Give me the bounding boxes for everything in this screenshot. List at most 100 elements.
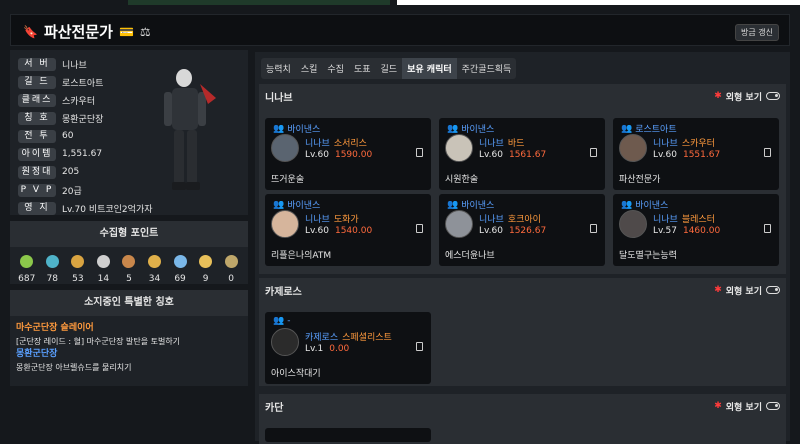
- copy-icon[interactable]: [764, 148, 771, 157]
- profile-info: 서 버 니나브 길 드 로스트아트 클래스 스카우터 칭 호 몽환군단장 전 투 60 아이템 1,5…: [10, 50, 248, 215]
- title-desc: [군단장 레이드 : 혈] 마수군단장 발탄을 토벌하기: [16, 337, 181, 346]
- collectible-item[interactable]: 53: [67, 251, 89, 284]
- server-name: 니나브: [265, 92, 293, 104]
- copy-icon[interactable]: [416, 342, 423, 351]
- item-level: 1551.67: [682, 150, 721, 160]
- collectible-item[interactable]: 34: [144, 251, 166, 284]
- guild-icon: 👥: [447, 199, 459, 210]
- profile-label: 칭 호: [18, 111, 56, 125]
- toggle-icon[interactable]: [766, 402, 780, 410]
- collectible-item[interactable]: 14: [92, 251, 114, 284]
- copy-icon[interactable]: [416, 148, 423, 157]
- character-card[interactable]: 👥 로스트아트 니나브 스카우터 Lv.60 1551.67 파산전문가: [613, 118, 779, 190]
- profile-header: 🔖 파산전문가 💳 ⚖ 방금 갱신: [10, 14, 790, 46]
- character-card[interactable]: 👥 - 카제로스 스페셜리스트 Lv.1 0.00 아이스작대기: [265, 312, 431, 384]
- visibility-toggle[interactable]: ✱ 외형 보기: [714, 90, 780, 103]
- profile-row: 전 투 60: [18, 128, 73, 144]
- guild-icon: 👥: [273, 123, 285, 134]
- copy-icon[interactable]: [590, 148, 597, 157]
- titles-title: 소지중인 특별한 칭호: [10, 290, 248, 316]
- character-card[interactable]: 👥 바이낸스 니나브 블레스터 Lv.57 1460.00 달도멸구는능력: [613, 194, 779, 266]
- titles-panel: 소지중인 특별한 칭호 마수군단장 슬레이어 [군단장 레이드 : 혈] 마수군단…: [10, 290, 248, 386]
- server-section: 니나브 ✱ 외형 보기 👥 바이낸스 니나브 소서리스 Lv.60 1590.00 뜨거운술 👥 바이…: [259, 84, 786, 274]
- profile-value: 니나브: [62, 60, 87, 71]
- copy-icon[interactable]: [590, 224, 597, 233]
- character-class: 블레스터: [681, 215, 715, 225]
- character-name: 달도멸구는능력: [619, 251, 677, 261]
- character-card[interactable]: 👥 바이낸스 니나브 바드 Lv.60 1561.67 시원한술: [439, 118, 605, 190]
- character-card[interactable]: 👥 바이낸스 니나브 소서리스 Lv.60 1590.00 뜨거운술: [265, 118, 431, 190]
- required-star-icon: ✱: [714, 91, 722, 101]
- profile-row: 클래스 스카우터: [18, 92, 95, 108]
- server-class: 니나브 호크아이: [479, 212, 541, 225]
- profile-label: 전 투: [18, 129, 56, 143]
- character-name: 아이스작대기: [271, 369, 321, 379]
- character-server: 니나브: [479, 139, 504, 149]
- guild-name: 바이낸스: [287, 125, 321, 135]
- guild-label: 👥 바이낸스: [447, 122, 495, 136]
- level-line: Lv.60 1561.67: [479, 150, 546, 160]
- profile-label: 영 지: [18, 201, 56, 215]
- server-header: 카제로스 ✱ 외형 보기: [259, 278, 786, 302]
- character-server: 니나브: [653, 215, 678, 225]
- server-header: 니나브 ✱ 외형 보기: [259, 84, 786, 108]
- guild-name: 바이낸스: [461, 125, 495, 135]
- collectibles-list: 687 78 53 14 5 34 69 9 0: [10, 247, 248, 284]
- guild-name: 바이낸스: [461, 201, 495, 211]
- character-level: Lv.60: [305, 150, 329, 160]
- collectible-item[interactable]: 78: [41, 251, 63, 284]
- tab-item[interactable]: 도표: [349, 58, 376, 79]
- tab-item[interactable]: 길드: [376, 58, 403, 79]
- refresh-button[interactable]: 방금 갱신: [735, 24, 779, 41]
- character-card[interactable]: 👥 바이낸스 니나브 도화가 Lv.60 1540.00 리플은나의ATM: [265, 194, 431, 266]
- toggle-icon[interactable]: [766, 286, 780, 294]
- item-level: 1590.00: [334, 150, 373, 160]
- collectible-item[interactable]: 687: [16, 251, 38, 284]
- server-class: 니나브 바드: [479, 136, 524, 149]
- tab-item[interactable]: 보유 캐릭터: [402, 58, 457, 79]
- profile-row: 원정대 205: [18, 164, 79, 180]
- tab-item[interactable]: 주간골드획득: [457, 58, 517, 79]
- profile-row: 칭 호 몽환군단장: [18, 110, 103, 126]
- collectible-item[interactable]: 5: [118, 251, 140, 284]
- tab-item[interactable]: 수집: [322, 58, 349, 79]
- world-tree-icon: [173, 255, 187, 268]
- copy-icon[interactable]: [416, 224, 423, 233]
- collectible-item[interactable]: 69: [169, 251, 191, 284]
- id-card-icon[interactable]: 💳: [119, 25, 134, 39]
- character-card[interactable]: 👥 바이낸스 니나브 호크아이 Lv.60 1526.67 에스더윤나브: [439, 194, 605, 266]
- bookmark-icon[interactable]: 🔖: [23, 25, 38, 39]
- collectible-item[interactable]: 9: [195, 251, 217, 284]
- collectible-value: 9: [202, 274, 209, 284]
- tab-item[interactable]: 능력치: [261, 58, 296, 79]
- item-level: 1526.67: [508, 226, 547, 236]
- server-name: 카제로스: [265, 286, 302, 298]
- character-server: 니나브: [479, 215, 504, 225]
- toggle-icon[interactable]: [766, 92, 780, 100]
- profile-value: 60: [62, 131, 74, 141]
- character-level: Lv.60: [479, 226, 503, 236]
- level-line: Lv.60 1526.67: [479, 226, 546, 236]
- character-card[interactable]: [265, 428, 431, 442]
- left-column: 서 버 니나브 길 드 로스트아트 클래스 스카우터 칭 호 몽환군단장 전 투 60 아이템 1,5…: [10, 50, 248, 386]
- guild-name: 로스트아트: [635, 125, 677, 135]
- profile-value: 몽환군단장: [62, 114, 104, 125]
- visibility-toggle[interactable]: ✱ 외형 보기: [714, 400, 780, 413]
- character-class: 스페셜리스트: [342, 333, 392, 343]
- character-class: 소서리스: [333, 139, 367, 149]
- collectible-item[interactable]: 0: [220, 251, 242, 284]
- guild-icon: 👥: [273, 199, 285, 210]
- level-line: Lv.60 1590.00: [305, 150, 372, 160]
- level-line: Lv.60 1551.67: [653, 150, 720, 160]
- title-desc: 몽환군단장 아브렐슈드를 물리치기: [16, 363, 132, 372]
- guild-name: 바이낸스: [635, 201, 669, 211]
- scale-icon[interactable]: ⚖: [140, 25, 151, 39]
- profile-row: 서 버 니나브: [18, 56, 87, 72]
- character-level: Lv.60: [653, 150, 677, 160]
- orpheus-star-icon: [199, 255, 213, 268]
- copy-icon[interactable]: [764, 224, 771, 233]
- server-section: 카제로스 ✱ 외형 보기 👥 - 카제로스 스페셜리스트 Lv.1 0.00 아이스작대기: [259, 278, 786, 386]
- ad-white: [397, 0, 800, 5]
- visibility-toggle[interactable]: ✱ 외형 보기: [714, 284, 780, 297]
- tab-item[interactable]: 스킬: [296, 58, 323, 79]
